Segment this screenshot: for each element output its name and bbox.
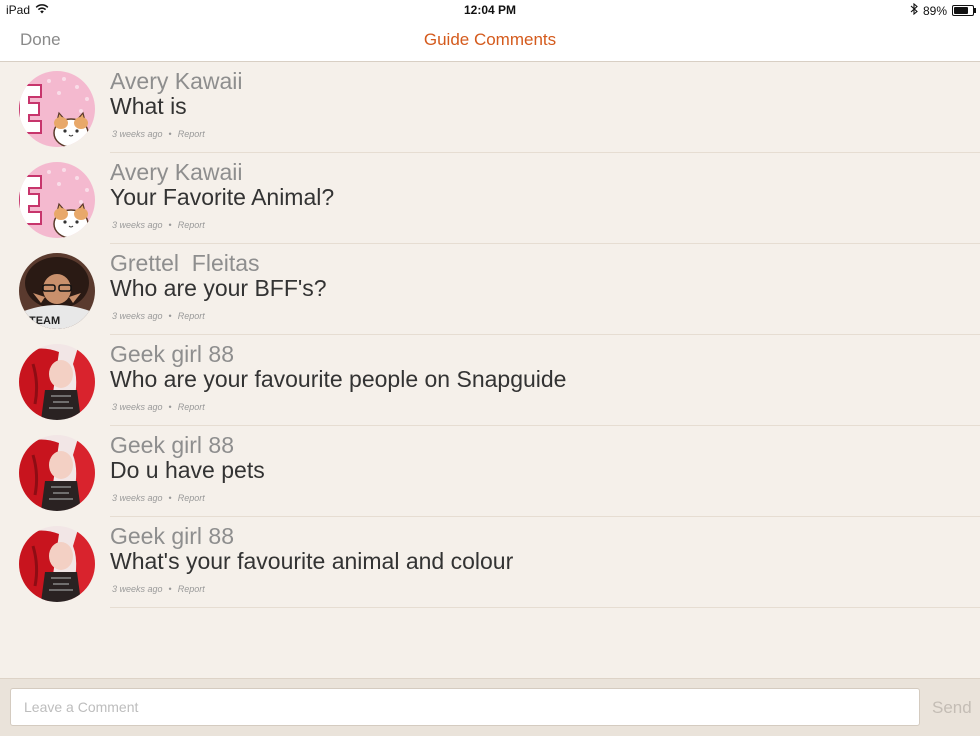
comment-meta: 3 weeks ago • Report (112, 129, 205, 139)
comment-author[interactable]: Geek girl 88 (110, 523, 234, 550)
red-hair-avatar[interactable] (19, 526, 95, 602)
comment-author[interactable]: Avery Kawaii (110, 159, 243, 186)
comment-author[interactable]: Grettel Fleitas (110, 250, 260, 277)
battery-icon (952, 5, 976, 16)
comment-item: Geek girl 88 What's your favourite anima… (0, 517, 980, 608)
separator-dot: • (168, 402, 172, 412)
comment-meta: 3 weeks ago • Report (112, 311, 205, 321)
comment-time: 3 weeks ago (112, 311, 163, 321)
comment-text: Who are your BFF's? (110, 275, 327, 301)
status-bar: iPad 12:04 PM 89% (0, 0, 980, 20)
comment-item: Avery Kawaii What is 3 weeks ago • Report (0, 62, 980, 153)
status-time: 12:04 PM (463, 3, 517, 17)
separator-dot: • (168, 129, 172, 139)
separator-dot: • (168, 584, 172, 594)
report-link[interactable]: Report (178, 220, 205, 230)
comment-meta: 3 weeks ago • Report (112, 402, 205, 412)
comment-time: 3 weeks ago (112, 220, 163, 230)
report-link[interactable]: Report (178, 493, 205, 503)
comment-text: Who are your favourite people on Snapgui… (110, 366, 567, 392)
report-link[interactable]: Report (178, 311, 205, 321)
red-hair-avatar[interactable] (19, 344, 95, 420)
comment-text: What's your favourite animal and colour (110, 548, 514, 574)
send-button[interactable]: Send (932, 698, 972, 718)
comment-author[interactable]: Avery Kawaii (110, 68, 243, 95)
comment-author[interactable]: Geek girl 88 (110, 341, 234, 368)
comment-text: Do u have pets (110, 457, 265, 483)
comment-item: Avery Kawaii Your Favorite Animal? 3 wee… (0, 153, 980, 244)
separator-dot: • (168, 311, 172, 321)
comment-item: Geek girl 88 Do u have pets 3 weeks ago •… (0, 426, 980, 517)
comment-time: 3 weeks ago (112, 129, 163, 139)
comment-time: 3 weeks ago (112, 493, 163, 503)
comment-meta: 3 weeks ago • Report (112, 220, 205, 230)
nav-bar: Done Guide Comments (0, 20, 980, 62)
svg-text:TEAM: TEAM (29, 315, 60, 327)
comment-text: Your Favorite Animal? (110, 184, 335, 210)
battery-percent: 89% (922, 3, 947, 18)
page-title: Guide Comments (423, 30, 557, 49)
report-link[interactable]: Report (178, 584, 205, 594)
comment-author[interactable]: Geek girl 88 (110, 432, 234, 459)
person-avatar[interactable]: TEAM (19, 253, 95, 329)
comment-list: Avery Kawaii What is 3 weeks ago • Report … (0, 62, 980, 608)
comment-time: 3 weeks ago (112, 584, 163, 594)
red-hair-avatar[interactable] (19, 435, 95, 511)
bluetooth-icon (910, 2, 918, 18)
kitten-avatar[interactable] (19, 71, 95, 147)
comment-text: What is (110, 93, 187, 119)
comment-input[interactable] (10, 688, 920, 726)
comment-item: TEAM Grettel Fleitas Who are your BFF's?… (0, 244, 980, 335)
comment-time: 3 weeks ago (112, 402, 163, 412)
comment-composer: Send (0, 678, 980, 736)
comment-item: Geek girl 88 Who are your favourite peop… (0, 335, 980, 426)
report-link[interactable]: Report (178, 402, 205, 412)
battery-level (954, 7, 968, 14)
separator-dot: • (168, 493, 172, 503)
comment-meta: 3 weeks ago • Report (112, 493, 205, 503)
kitten-avatar[interactable] (19, 162, 95, 238)
separator-dot: • (168, 220, 172, 230)
comment-meta: 3 weeks ago • Report (112, 584, 205, 594)
report-link[interactable]: Report (178, 129, 205, 139)
